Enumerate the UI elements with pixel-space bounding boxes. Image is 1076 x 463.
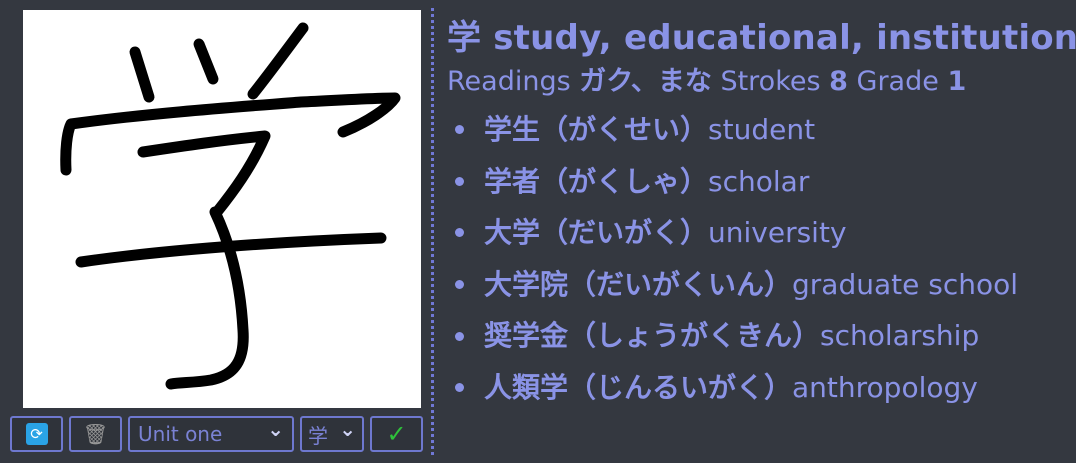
- example-translation: student: [708, 113, 816, 146]
- kanji-heading: 学 study, educational, institution: [447, 14, 1076, 62]
- unit-select-value: Unit one: [138, 422, 223, 446]
- handwritten-kanji-strokes: [60, 22, 401, 390]
- example-translation: scholar: [708, 164, 810, 198]
- refresh-icon: ⟳: [25, 423, 48, 445]
- example-translation: university: [708, 216, 847, 250]
- example-word: 大学院（だいがくいん）: [484, 267, 793, 301]
- kanji-meaning: study, educational, institution: [493, 18, 1076, 58]
- example-words-list: 学生（がくせい） student 学者（がくしゃ） scholar 大学（だいがく）…: [447, 104, 1076, 414]
- example-word: 奨学金（しょうがくきん）: [484, 319, 821, 353]
- bullet-icon: [455, 125, 464, 135]
- strokes-value: 8: [829, 66, 848, 97]
- bullet-icon: [455, 176, 464, 186]
- list-item: 人類学（じんるいがく） anthropology: [447, 362, 1076, 414]
- readings-label: Readings: [447, 66, 571, 97]
- kanji-select-value: 学: [308, 423, 328, 448]
- list-item: 学生（がくせい） student: [447, 104, 1076, 156]
- toolbar: ⟳ 🗑 Unit one ⌄ 学 ⌄ ✓: [10, 416, 423, 452]
- bullet-icon: [455, 383, 464, 393]
- example-translation: anthropology: [792, 370, 978, 404]
- example-word: 学者（がくしゃ）: [484, 164, 709, 198]
- list-item: 学者（がくしゃ） scholar: [447, 156, 1076, 208]
- kanji-character: 学: [447, 18, 482, 58]
- bullet-icon: [455, 280, 464, 290]
- kanji-info-panel: 学 study, educational, institution Readin…: [447, 14, 1076, 414]
- submit-button[interactable]: ✓: [370, 416, 423, 452]
- list-item: 奨学金（しょうがくきん） scholarship: [447, 310, 1076, 362]
- clear-button[interactable]: 🗑: [69, 416, 122, 452]
- example-word: 学生（がくせい）: [484, 113, 709, 146]
- example-word: 人類学（じんるいがく）: [484, 370, 793, 404]
- chevron-down-icon: ⌄: [339, 417, 356, 441]
- grade-value: 1: [947, 66, 967, 97]
- bullet-icon: [455, 331, 464, 341]
- strokes-label: Strokes: [720, 66, 821, 97]
- readings-value: ガク、まな: [579, 66, 712, 97]
- example-translation: scholarship: [820, 319, 980, 353]
- refresh-button[interactable]: ⟳: [10, 416, 63, 452]
- panel-divider: [431, 8, 434, 455]
- check-icon: ✓: [386, 420, 407, 448]
- kanji-select[interactable]: 学 ⌄: [300, 416, 364, 452]
- list-item: 大学（だいがく） university: [447, 207, 1076, 259]
- drawing-canvas[interactable]: [23, 10, 421, 408]
- bullet-icon: [455, 228, 464, 238]
- drawing-panel: ⟳ 🗑 Unit one ⌄ 学 ⌄ ✓: [0, 0, 432, 463]
- trash-icon: 🗑: [82, 422, 109, 446]
- unit-select[interactable]: Unit one ⌄: [128, 416, 294, 452]
- example-word: 大学（だいがく）: [484, 216, 709, 250]
- chevron-down-icon: ⌄: [267, 417, 284, 441]
- example-translation: graduate school: [792, 267, 1019, 301]
- grade-label: Grade: [856, 66, 939, 97]
- kanji-details: Readings ガク、まな Strokes 8 Grade 1: [447, 62, 1076, 102]
- list-item: 大学院（だいがくいん） graduate school: [447, 259, 1076, 311]
